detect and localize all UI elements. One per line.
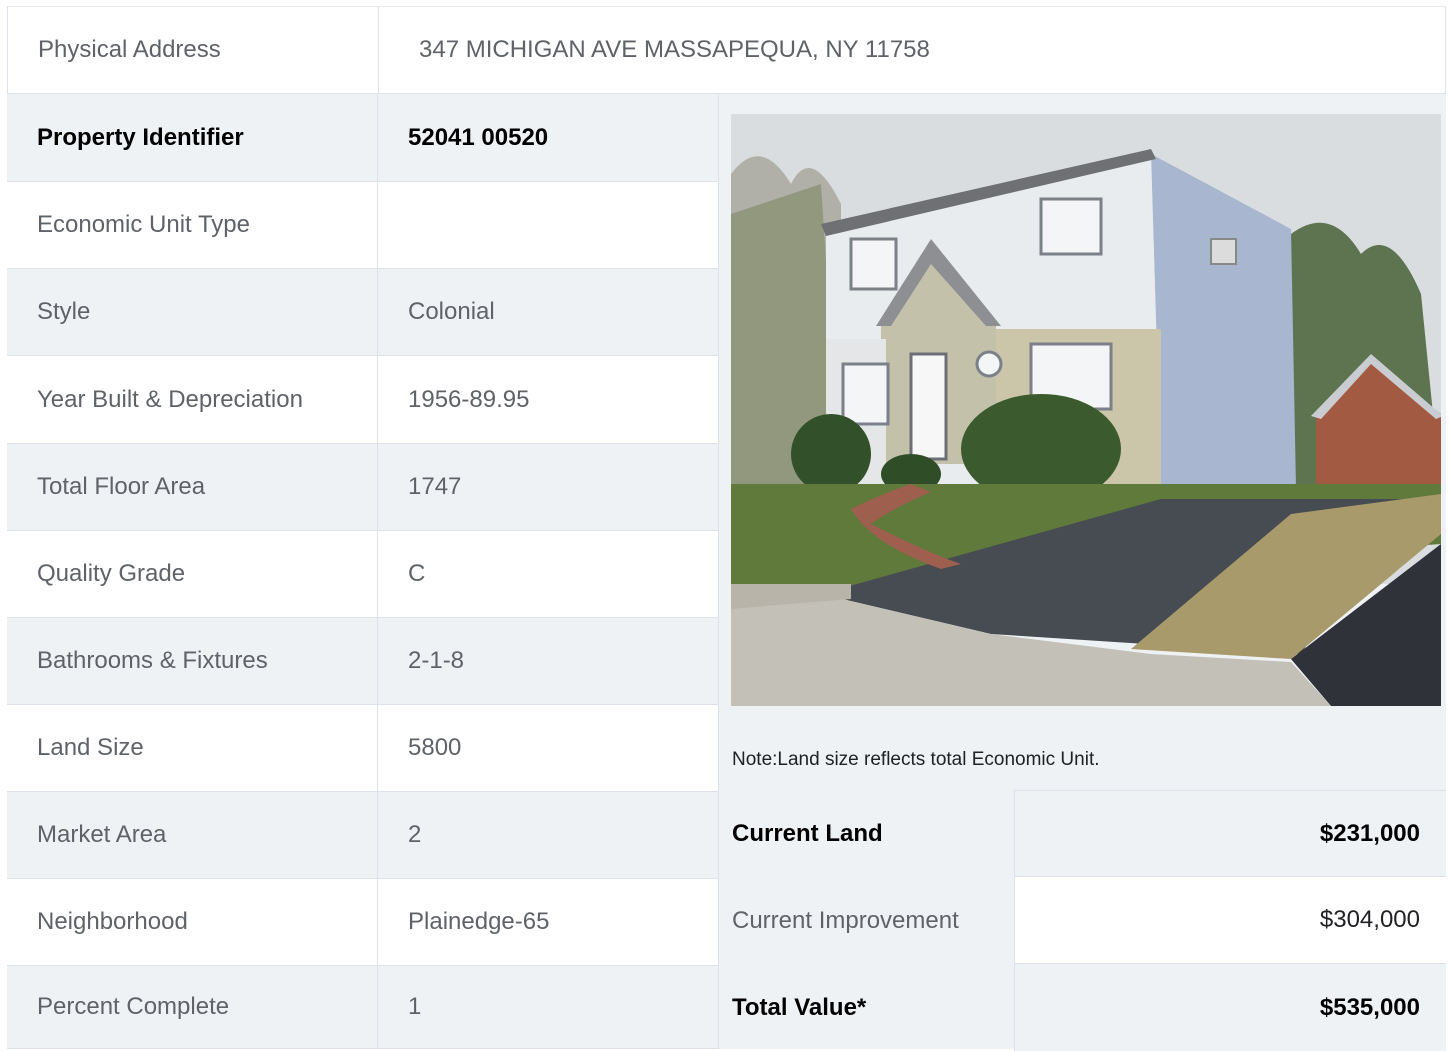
economic-unit-type-value — [378, 182, 719, 269]
address-value: 347 MICHIGAN AVE MASSAPEQUA, NY 11758 — [419, 36, 930, 63]
property-identifier-value: 52041 00520 — [378, 94, 719, 182]
land-size-label: Land Size — [7, 705, 378, 792]
quality-grade-value: C — [378, 531, 719, 618]
total-value-label: Total Value* — [732, 993, 867, 1021]
percent-complete-label: Percent Complete — [7, 966, 378, 1049]
total-floor-area-label: Total Floor Area — [7, 444, 378, 531]
total-floor-area-value: 1747 — [378, 444, 719, 531]
style-label: Style — [7, 269, 378, 356]
current-improvement-value: $304,000 — [1014, 877, 1446, 964]
address-label: Physical Address — [8, 7, 379, 93]
land-size-value: 5800 — [378, 705, 719, 792]
neighborhood-label: Neighborhood — [7, 879, 378, 966]
house-illustration — [731, 114, 1441, 706]
current-improvement-label: Current Improvement — [732, 906, 959, 934]
address-row: Physical Address 347 MICHIGAN AVE MASSAP… — [7, 6, 1446, 94]
year-built-value: 1956-89.95 — [378, 356, 719, 444]
bathrooms-value: 2-1-8 — [378, 618, 719, 705]
quality-grade-label: Quality Grade — [7, 531, 378, 618]
year-built-label: Year Built & Depreciation — [7, 356, 378, 444]
economic-unit-type-label: Economic Unit Type — [7, 182, 378, 269]
market-area-label: Market Area — [7, 792, 378, 879]
photo-and-valuation-panel: Note:Land size reflects total Economic U… — [719, 94, 1446, 1051]
total-value-value: $535,000 — [1014, 964, 1446, 1051]
property-record: Physical Address 347 MICHIGAN AVE MASSAP… — [7, 6, 1446, 1051]
current-land-label: Current Land — [732, 819, 883, 847]
percent-complete-value: 1 — [378, 966, 719, 1049]
bathrooms-label: Bathrooms & Fixtures — [7, 618, 378, 705]
style-value: Colonial — [378, 269, 719, 356]
neighborhood-value: Plainedge-65 — [378, 879, 719, 966]
market-area-value: 2 — [378, 792, 719, 879]
land-size-note: Note:Land size reflects total Economic U… — [732, 749, 1100, 770]
property-identifier-label: Property Identifier — [7, 94, 378, 182]
property-photo — [731, 114, 1441, 706]
current-land-value: $231,000 — [1014, 790, 1446, 877]
